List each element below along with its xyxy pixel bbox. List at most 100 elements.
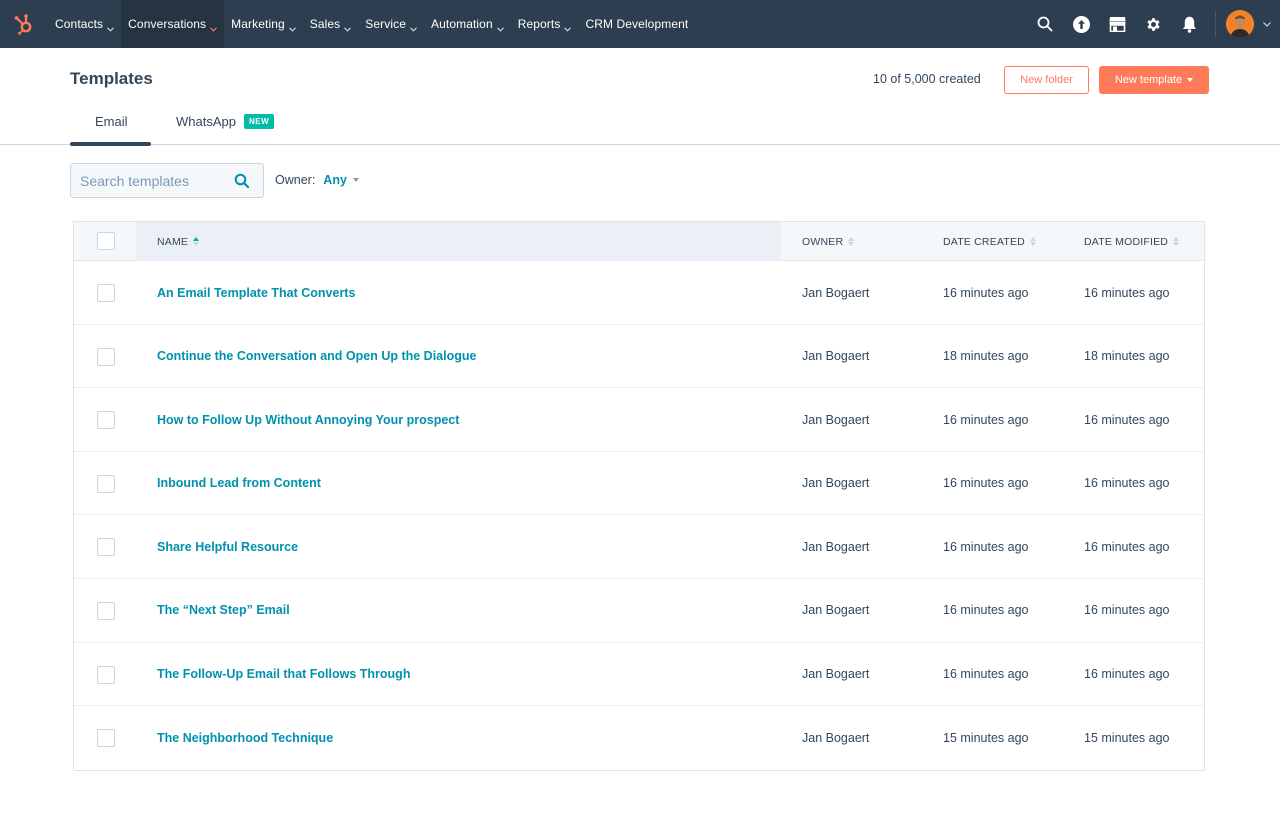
- nav-item-crm-development[interactable]: CRM Development: [578, 0, 695, 48]
- upgrade-icon[interactable]: [1063, 0, 1099, 48]
- row-checkbox[interactable]: [97, 411, 115, 430]
- chevron-down-icon: [344, 21, 352, 32]
- new-badge: NEW: [243, 114, 275, 129]
- marketplace-icon[interactable]: [1099, 0, 1135, 48]
- new-folder-button[interactable]: New folder: [1004, 66, 1089, 94]
- date-created-cell: 18 minutes ago: [943, 349, 1029, 364]
- template-name-link[interactable]: Continue the Conversation and Open Up th…: [157, 325, 476, 388]
- active-tab-indicator: [70, 142, 151, 146]
- sorted-column-highlight: [136, 222, 781, 261]
- nav-item-conversations[interactable]: Conversations: [121, 0, 225, 48]
- date-created-cell: 16 minutes ago: [943, 476, 1029, 491]
- notifications-icon[interactable]: [1171, 0, 1207, 48]
- date-modified-cell: 16 minutes ago: [1084, 412, 1170, 427]
- column-header-label: NAME: [157, 235, 189, 248]
- template-name-link[interactable]: Inbound Lead from Content: [157, 452, 321, 515]
- table-body: An Email Template That Converts Jan Bogae…: [74, 261, 1204, 770]
- owner-cell: Jan Bogaert: [802, 539, 870, 554]
- template-name-link[interactable]: How to Follow Up Without Annoying Your p…: [157, 388, 459, 451]
- search-input[interactable]: [80, 172, 230, 189]
- row-checkbox[interactable]: [97, 601, 115, 620]
- table-row: The Follow-Up Email that Follows Through…: [74, 643, 1204, 707]
- owner-cell: Jan Bogaert: [802, 603, 870, 618]
- date-modified-cell: 15 minutes ago: [1084, 730, 1170, 745]
- sort-ascending-icon: [193, 237, 200, 246]
- column-header-name[interactable]: NAME: [157, 222, 200, 261]
- date-created-cell: 16 minutes ago: [943, 539, 1029, 554]
- row-checkbox[interactable]: [97, 284, 115, 302]
- nav-item-contacts[interactable]: Contacts: [48, 0, 121, 48]
- template-name-link[interactable]: An Email Template That Converts: [157, 261, 355, 324]
- tab-email[interactable]: Email: [95, 114, 128, 129]
- template-name-link[interactable]: The “Next Step” Email: [157, 579, 290, 642]
- nav-item-reports[interactable]: Reports: [511, 0, 579, 48]
- column-header-date-created[interactable]: DATE CREATED: [943, 222, 1036, 261]
- nav-item-label: Marketing: [231, 17, 285, 31]
- date-modified-cell: 16 minutes ago: [1084, 476, 1170, 491]
- row-checkbox[interactable]: [97, 665, 115, 684]
- nav-utilities: [1027, 0, 1280, 48]
- date-created-cell: 16 minutes ago: [943, 603, 1029, 618]
- date-created-cell: 16 minutes ago: [943, 412, 1029, 427]
- nav-item-sales[interactable]: Sales: [303, 0, 359, 48]
- hubspot-logo[interactable]: [0, 0, 48, 48]
- tab-whatsapp[interactable]: WhatsApp NEW: [176, 114, 275, 129]
- nav-item-label: Automation: [431, 17, 493, 31]
- owner-cell: Jan Bogaert: [802, 285, 870, 300]
- nav-item-label: Service: [365, 17, 407, 31]
- settings-icon[interactable]: [1135, 0, 1171, 48]
- column-header-date-modified[interactable]: DATE MODIFIED: [1084, 222, 1180, 261]
- date-modified-cell: 16 minutes ago: [1084, 285, 1170, 300]
- date-modified-cell: 16 minutes ago: [1084, 667, 1170, 682]
- tab-whatsapp-label: WhatsApp: [176, 114, 236, 129]
- owner-cell: Jan Bogaert: [802, 730, 870, 745]
- date-created-cell: 16 minutes ago: [943, 667, 1029, 682]
- select-all-checkbox[interactable]: [97, 232, 115, 250]
- account-menu-chevron-icon[interactable]: [1254, 0, 1280, 48]
- sort-icon: [1173, 237, 1180, 246]
- table-row: The Neighborhood Technique Jan Bogaert 15 …: [74, 706, 1204, 770]
- column-header-label: OWNER: [802, 235, 844, 248]
- column-header-owner[interactable]: OWNER: [802, 222, 855, 261]
- date-created-cell: 16 minutes ago: [943, 285, 1029, 300]
- table-row: How to Follow Up Without Annoying Your p…: [74, 388, 1204, 452]
- nav-item-service[interactable]: Service: [358, 0, 424, 48]
- nav-divider: [1215, 11, 1216, 37]
- table-row: The “Next Step” Email Jan Bogaert 16 minut…: [74, 579, 1204, 643]
- user-avatar[interactable]: [1226, 10, 1254, 38]
- templates-table: NAME OWNER DATE CREATED DATE MODIFIED An…: [73, 221, 1205, 771]
- date-modified-cell: 16 minutes ago: [1084, 603, 1170, 618]
- nav-item-label: Conversations: [128, 17, 207, 31]
- caret-down-icon: [1187, 78, 1194, 82]
- new-template-button[interactable]: New template: [1099, 66, 1209, 94]
- search-box: [70, 163, 264, 198]
- chevron-down-icon: [410, 21, 417, 32]
- chevron-down-icon: [564, 21, 572, 32]
- top-navigation: Contacts Conversations Marketing Sales Servi…: [0, 0, 1280, 48]
- owner-cell: Jan Bogaert: [802, 476, 870, 491]
- template-name-link[interactable]: Share Helpful Resource: [157, 515, 298, 578]
- table-header: NAME OWNER DATE CREATED DATE MODIFIED: [74, 221, 1204, 261]
- nav-item-marketing[interactable]: Marketing: [224, 0, 303, 48]
- sort-icon: [1029, 237, 1036, 246]
- nav-item-automation[interactable]: Automation: [424, 0, 511, 48]
- tab-email-label: Email: [95, 114, 128, 129]
- chevron-down-icon: [210, 21, 218, 32]
- date-modified-cell: 16 minutes ago: [1084, 539, 1170, 554]
- row-checkbox[interactable]: [97, 729, 115, 748]
- template-name-link[interactable]: The Neighborhood Technique: [157, 706, 333, 769]
- row-checkbox[interactable]: [97, 474, 115, 493]
- table-row: Continue the Conversation and Open Up th…: [74, 325, 1204, 389]
- nav-item-label: Sales: [309, 17, 341, 31]
- row-checkbox[interactable]: [97, 347, 115, 366]
- search-icon[interactable]: [234, 173, 250, 194]
- search-icon[interactable]: [1027, 0, 1063, 48]
- template-name-link[interactable]: The Follow-Up Email that Follows Through: [157, 643, 410, 706]
- chevron-down-icon: [496, 21, 504, 32]
- date-modified-cell: 18 minutes ago: [1084, 349, 1170, 364]
- nav-item-label: Contacts: [55, 17, 104, 31]
- column-header-label: DATE CREATED: [943, 235, 1025, 248]
- owner-filter: Owner: Any: [275, 173, 359, 187]
- owner-dropdown[interactable]: Any: [323, 173, 359, 187]
- row-checkbox[interactable]: [97, 538, 115, 557]
